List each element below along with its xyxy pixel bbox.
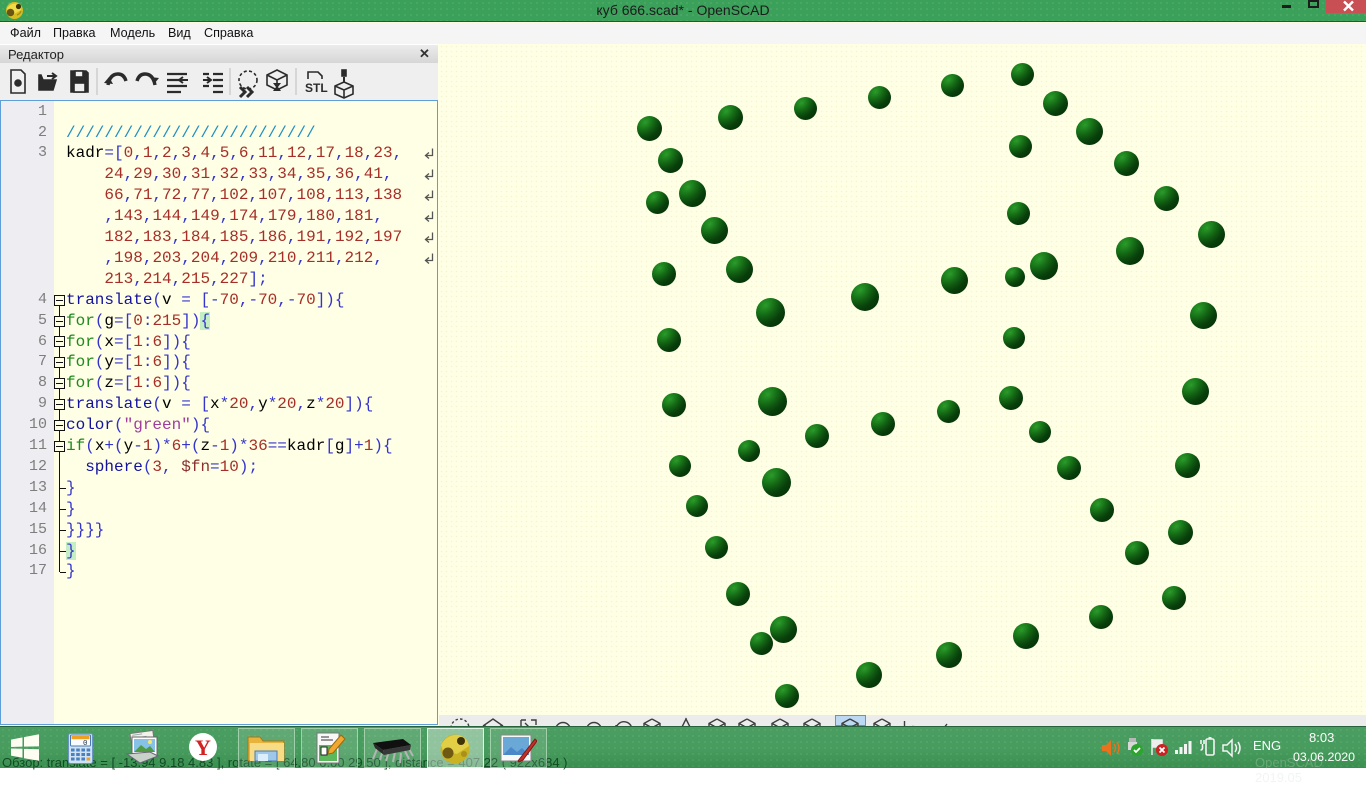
svg-text:STL: STL xyxy=(305,81,328,95)
svg-text:Y: Y xyxy=(195,735,211,760)
svg-text:0: 0 xyxy=(83,740,88,748)
